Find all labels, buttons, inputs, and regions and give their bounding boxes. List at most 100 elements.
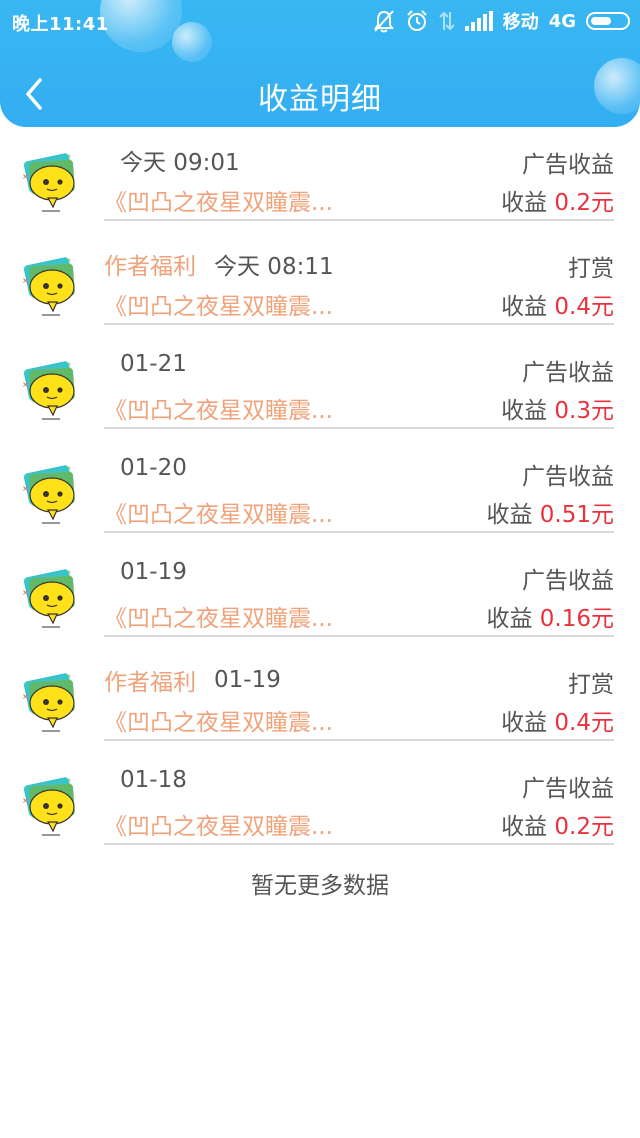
- book-title-link[interactable]: 《凹凸之夜星双瞳震...: [104, 495, 333, 529]
- header: 晚上11:41 移动 4G 收益明细: [0, 0, 640, 127]
- svg-text:×: ×: [22, 380, 29, 389]
- record-meta: 01-20: [104, 455, 187, 481]
- row-divider: [104, 739, 614, 741]
- earning-record[interactable]: × * 01-18 广告收益 《凹凸之夜星双瞳震... 收益 0.2元: [0, 751, 640, 855]
- record-time: 01-20: [120, 455, 187, 481]
- income-type: 打赏: [568, 672, 614, 698]
- bell-off-icon: [373, 9, 395, 33]
- record-time: 今天 09:01: [120, 150, 240, 176]
- signal-icon: [464, 11, 493, 31]
- book-title-link[interactable]: 《凹凸之夜星双瞳震...: [104, 287, 333, 321]
- earning-label: 收益: [501, 710, 548, 736]
- status-bar: 晚上11:41 移动 4G: [0, 0, 640, 42]
- record-meta: 作者福利 今天 08:11: [104, 247, 334, 281]
- earning-record[interactable]: × * 今天 09:01 广告收益 《凹凸之夜星双瞳震... 收益 0.2元: [0, 127, 640, 231]
- book-title-link[interactable]: 《凹凸之夜星双瞳震...: [104, 599, 333, 633]
- svg-text:×: ×: [22, 588, 29, 597]
- svg-text:×: ×: [22, 276, 29, 285]
- book-title-link[interactable]: 《凹凸之夜星双瞳震...: [104, 807, 333, 841]
- earning-amount: 收益 0.4元: [501, 287, 614, 321]
- alarm-icon: [405, 9, 429, 33]
- svg-text:×: ×: [22, 796, 29, 805]
- chat-bubble-avatar-icon: × *: [22, 257, 75, 316]
- record-time: 01-19: [214, 667, 281, 693]
- earning-amount: 收益 0.2元: [501, 183, 614, 217]
- chat-bubble-avatar-icon: × *: [22, 361, 75, 420]
- earning-label: 收益: [501, 398, 548, 424]
- row-divider: [104, 531, 614, 533]
- income-type: 广告收益: [522, 776, 614, 802]
- author-welfare-tag: 作者福利: [104, 254, 196, 280]
- row-divider: [104, 219, 614, 221]
- earnings-list: × * 今天 09:01 广告收益 《凹凸之夜星双瞳震... 收益 0.2元 ×…: [0, 127, 640, 855]
- earning-record[interactable]: × * 01-21 广告收益 《凹凸之夜星双瞳震... 收益 0.3元: [0, 335, 640, 439]
- svg-text:*: *: [68, 570, 71, 577]
- svg-text:*: *: [68, 674, 71, 681]
- chat-bubble-avatar-icon: × *: [22, 777, 75, 836]
- chat-bubble-avatar-icon: × *: [22, 465, 75, 524]
- earning-label: 收益: [486, 502, 533, 528]
- earning-label: 收益: [501, 190, 548, 216]
- income-type: 广告收益: [522, 568, 614, 594]
- amount-value: 0.3元: [554, 398, 614, 424]
- amount-value: 0.2元: [554, 814, 614, 840]
- row-divider: [104, 427, 614, 429]
- page-title: 收益明细: [258, 82, 382, 117]
- data-arrows-icon: [438, 10, 455, 32]
- network-type: 4G: [548, 10, 576, 32]
- record-meta: 作者福利 01-19: [104, 663, 281, 697]
- record-meta: 01-21: [104, 351, 187, 377]
- earning-record[interactable]: × * 作者福利 01-19 打赏 《凹凸之夜星双瞳震... 收益 0.4元: [0, 647, 640, 751]
- row-divider: [104, 635, 614, 637]
- income-type: 打赏: [568, 256, 614, 282]
- book-title-link[interactable]: 《凹凸之夜星双瞳震...: [104, 391, 333, 425]
- svg-text:*: *: [68, 466, 71, 473]
- amount-value: 0.4元: [554, 294, 614, 320]
- svg-text:*: *: [68, 258, 71, 265]
- earning-label: 收益: [501, 814, 548, 840]
- amount-value: 0.16元: [539, 606, 614, 632]
- chat-bubble-avatar-icon: × *: [22, 569, 75, 628]
- earning-amount: 收益 0.3元: [501, 391, 614, 425]
- book-title-link[interactable]: 《凹凸之夜星双瞳震...: [104, 183, 333, 217]
- amount-value: 0.2元: [554, 190, 614, 216]
- record-meta: 01-19: [104, 559, 187, 585]
- svg-text:×: ×: [22, 172, 29, 181]
- chat-bubble-avatar-icon: × *: [22, 673, 75, 732]
- record-time: 今天 08:11: [214, 254, 334, 280]
- earning-label: 收益: [486, 606, 533, 632]
- record-time: 01-19: [120, 559, 187, 585]
- book-title-link[interactable]: 《凹凸之夜星双瞳震...: [104, 703, 333, 737]
- earning-label: 收益: [501, 294, 548, 320]
- row-divider: [104, 323, 614, 325]
- earning-record[interactable]: × * 作者福利 今天 08:11 打赏 《凹凸之夜星双瞳震... 收益 0.4…: [0, 231, 640, 335]
- earning-amount: 收益 0.2元: [501, 807, 614, 841]
- income-type: 广告收益: [522, 360, 614, 386]
- status-time: 晚上11:41: [12, 14, 109, 35]
- earning-amount: 收益 0.16元: [486, 599, 614, 633]
- carrier-name: 移动: [502, 12, 539, 33]
- svg-text:*: *: [68, 154, 71, 161]
- record-meta: 今天 09:01: [104, 143, 240, 177]
- no-more-data-text: 暂无更多数据: [251, 873, 389, 899]
- record-meta: 01-18: [104, 767, 187, 793]
- amount-value: 0.51元: [539, 502, 614, 528]
- record-time: 01-18: [120, 767, 187, 793]
- svg-text:×: ×: [22, 692, 29, 701]
- svg-text:*: *: [68, 362, 71, 369]
- income-type: 广告收益: [522, 464, 614, 490]
- status-icons: 移动 4G: [373, 8, 630, 34]
- record-time: 01-21: [120, 351, 187, 377]
- earning-amount: 收益 0.4元: [501, 703, 614, 737]
- row-divider: [104, 843, 614, 845]
- earning-amount: 收益 0.51元: [486, 495, 614, 529]
- chat-bubble-avatar-icon: × *: [22, 153, 75, 212]
- svg-text:×: ×: [22, 484, 29, 493]
- battery-icon: [586, 12, 630, 30]
- author-welfare-tag: 作者福利: [104, 670, 196, 696]
- earning-record[interactable]: × * 01-20 广告收益 《凹凸之夜星双瞳震... 收益 0.51元: [0, 439, 640, 543]
- svg-text:*: *: [68, 778, 71, 785]
- income-type: 广告收益: [522, 152, 614, 178]
- amount-value: 0.4元: [554, 710, 614, 736]
- earning-record[interactable]: × * 01-19 广告收益 《凹凸之夜星双瞳震... 收益 0.16元: [0, 543, 640, 647]
